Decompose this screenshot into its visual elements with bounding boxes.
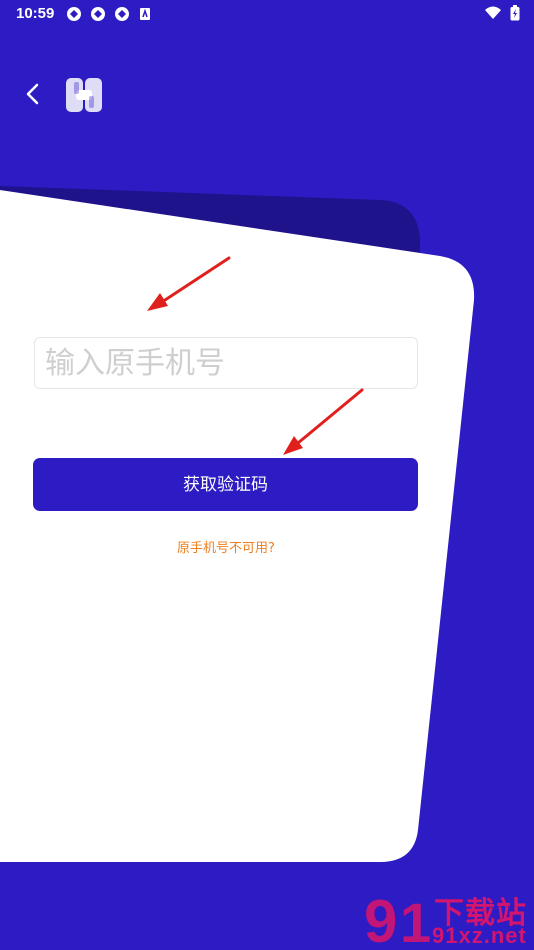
chevron-left-icon xyxy=(26,83,39,105)
svg-text:1: 1 xyxy=(400,891,431,950)
app-logo xyxy=(64,76,104,114)
phone-unavailable-link[interactable]: 原手机号不可用? xyxy=(0,537,452,556)
phone-input[interactable] xyxy=(34,337,418,389)
login-card xyxy=(0,190,475,862)
back-button[interactable] xyxy=(20,80,48,108)
svg-text:9: 9 xyxy=(364,888,397,950)
watermark-url: 91xz.net xyxy=(432,923,527,948)
get-code-button[interactable]: 获取验证码 xyxy=(33,458,418,511)
app-logo-icon xyxy=(66,78,102,112)
